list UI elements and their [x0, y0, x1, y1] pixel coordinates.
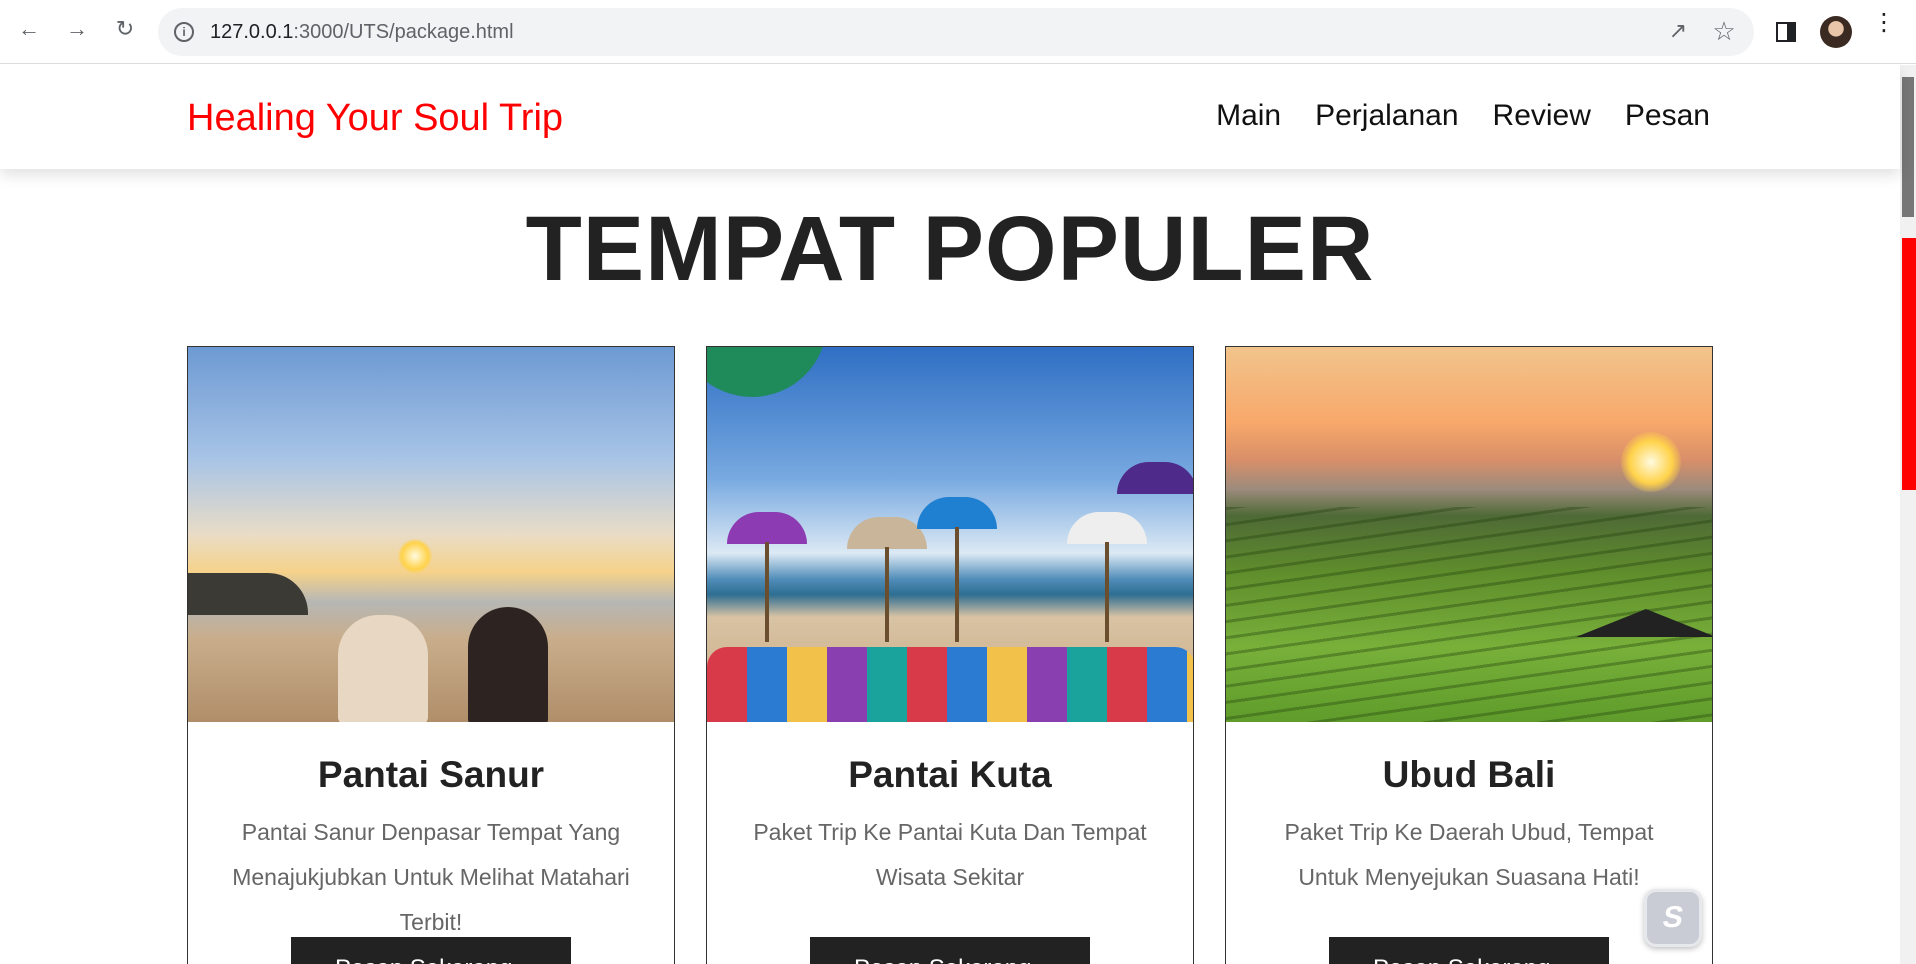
bookmark-star-icon[interactable]: ☆: [1710, 16, 1738, 46]
order-button[interactable]: Pesan Sekarang: [291, 937, 571, 964]
card-pantai-sanur: Pantai Sanur Pantai Sanur Denpasar Tempa…: [187, 346, 675, 964]
nav-link-review[interactable]: Review: [1493, 99, 1591, 133]
card-list: Pantai Sanur Pantai Sanur Denpasar Tempa…: [187, 346, 1713, 964]
card-title: Pantai Sanur: [317, 754, 545, 795]
site-info-icon[interactable]: i: [174, 22, 194, 42]
card-pantai-kuta: Pantai Kuta Paket Trip Ke Pantai Kuta Da…: [706, 346, 1194, 964]
order-button[interactable]: Pesan Sekarang: [1329, 937, 1609, 964]
profile-avatar[interactable]: [1820, 16, 1852, 48]
nav-link-perjalanan[interactable]: Perjalanan: [1315, 99, 1458, 133]
share-icon[interactable]: ↗: [1664, 18, 1692, 46]
scrollbar-accent: [1902, 238, 1916, 490]
kebab-menu-icon[interactable]: ⋮: [1872, 11, 1896, 46]
photo-pantai-kuta: [707, 347, 1193, 722]
forward-icon[interactable]: →: [62, 14, 92, 44]
photo-ubud-bali: [1226, 347, 1712, 722]
floating-assistant-icon[interactable]: S: [1644, 889, 1702, 947]
photo-pantai-sanur: [188, 347, 674, 722]
card-description: Paket Trip Ke Daerah Ubud, Tempat Untuk …: [1284, 819, 1654, 890]
order-button[interactable]: Pesan Sekarang: [810, 937, 1090, 964]
page-scrollbar[interactable]: [1900, 65, 1916, 964]
side-panel-icon[interactable]: [1776, 22, 1796, 42]
url-text[interactable]: 127.0.0.1:3000/UTS/package.html: [210, 21, 514, 44]
section-title: TEMPAT POPULER: [525, 198, 1375, 300]
brand-logo-text[interactable]: Healing Your Soul Trip: [187, 97, 563, 140]
reload-icon[interactable]: ↻: [110, 14, 140, 44]
nav-link-pesan[interactable]: Pesan: [1625, 99, 1710, 133]
card-title: Ubud Bali: [1382, 754, 1556, 795]
address-bar[interactable]: i 127.0.0.1:3000/UTS/package.html ↗ ☆: [158, 8, 1754, 56]
site-nav: Main Perjalanan Review Pesan: [1216, 99, 1710, 133]
card-description: Paket Trip Ke Pantai Kuta Dan Tempat Wis…: [753, 819, 1147, 890]
scrollbar-thumb[interactable]: [1902, 77, 1914, 217]
browser-toolbar: ← → ↻ i 127.0.0.1:3000/UTS/package.html …: [0, 0, 1916, 64]
card-description: Pantai Sanur Denpasar Tempat Yang Menaju…: [232, 819, 630, 935]
site-header: Healing Your Soul Trip Main Perjalanan R…: [0, 65, 1900, 169]
card-title: Pantai Kuta: [848, 754, 1052, 795]
back-icon[interactable]: ←: [14, 14, 44, 44]
page-viewport: Healing Your Soul Trip Main Perjalanan R…: [0, 65, 1916, 964]
card-ubud-bali: Ubud Bali Paket Trip Ke Daerah Ubud, Tem…: [1225, 346, 1713, 964]
nav-link-main[interactable]: Main: [1216, 99, 1281, 133]
